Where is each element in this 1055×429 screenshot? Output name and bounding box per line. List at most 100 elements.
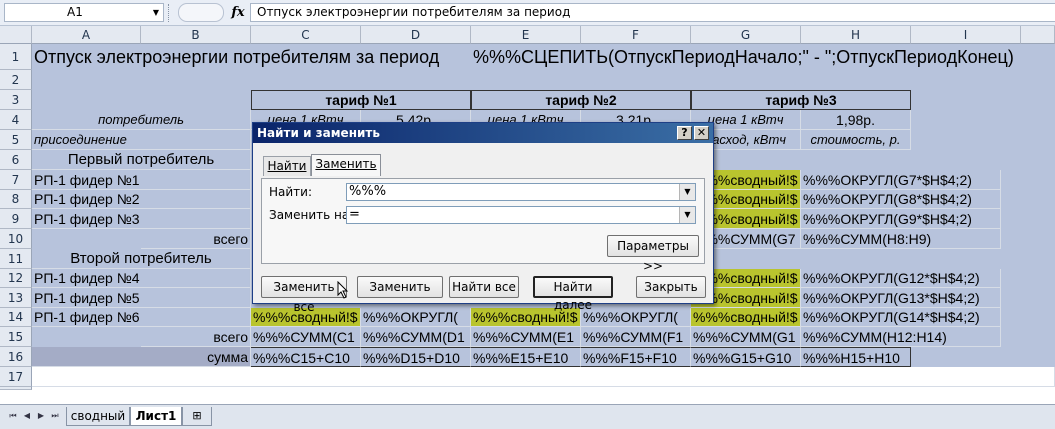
column-header-e[interactable]: E: [471, 26, 581, 44]
close-icon[interactable]: ✕: [694, 126, 709, 140]
find-all-button[interactable]: Найти все: [449, 276, 519, 298]
h9-cell[interactable]: %%%ОКРУГЛ(G9*$H$4;2): [801, 209, 1001, 229]
sheet-tab-list1[interactable]: Лист1: [130, 407, 182, 426]
cost-label[interactable]: стоимость, р.: [801, 130, 911, 150]
consumer-label[interactable]: потребитель: [32, 110, 251, 130]
row-header-15[interactable]: 15: [0, 327, 32, 347]
name-box[interactable]: A1: [4, 3, 164, 22]
row-header-7[interactable]: 7: [0, 170, 32, 190]
g15-cell[interactable]: %%%СУММ(G1: [691, 327, 801, 347]
help-button[interactable]: ?: [677, 126, 692, 140]
price-value-3[interactable]: 1,98р.: [801, 110, 911, 130]
feeder-4[interactable]: РП-1 фидер №4: [32, 269, 251, 288]
first-sheet-icon[interactable]: ⏮: [8, 410, 18, 422]
d15-cell[interactable]: %%%СУММ(D1: [361, 327, 471, 347]
group-1-header[interactable]: Первый потребитель: [32, 150, 251, 170]
d16-cell[interactable]: %%%D15+D10: [361, 347, 471, 367]
sum-label[interactable]: сумма: [32, 347, 251, 367]
feeder-1[interactable]: РП-1 фидер №1: [32, 170, 251, 190]
close-button[interactable]: Закрыть: [636, 276, 706, 298]
find-next-button[interactable]: Найти далее: [533, 276, 613, 312]
column-header-f[interactable]: F: [581, 26, 691, 44]
column-header-b[interactable]: B: [141, 26, 251, 44]
total-label-1[interactable]: всего: [141, 229, 251, 249]
dialog-title[interactable]: Найти и заменить: [253, 123, 713, 143]
feeder-3[interactable]: РП-1 фидер №3: [32, 209, 251, 229]
tab-find[interactable]: Найти: [263, 156, 311, 176]
tariff-2-header[interactable]: тариф №2: [471, 90, 691, 110]
replace-input[interactable]: = ▼: [346, 206, 696, 224]
feeder-5[interactable]: РП-1 фидер №5: [32, 288, 251, 308]
row-header-13[interactable]: 13: [0, 288, 32, 308]
empty-row-17[interactable]: [32, 367, 1055, 387]
c15-cell[interactable]: %%%СУММ(C1: [251, 327, 361, 347]
row-header-12[interactable]: 12: [0, 269, 32, 288]
chevron-down-icon[interactable]: ▼: [150, 3, 162, 22]
row-header-16[interactable]: 16: [0, 347, 32, 367]
row-header-4[interactable]: 4: [0, 110, 32, 130]
row-header-8[interactable]: 8: [0, 190, 32, 209]
d14-cell[interactable]: %%%ОКРУГЛ(: [361, 308, 471, 327]
replace-button[interactable]: Заменить: [357, 276, 443, 298]
row-header-17[interactable]: 17: [0, 367, 32, 387]
c16-cell[interactable]: %%%C15+C10: [251, 347, 361, 367]
connection-label[interactable]: присоединение: [32, 130, 251, 150]
group-2-header[interactable]: Второй потребитель: [32, 249, 251, 269]
column-header-g[interactable]: G: [691, 26, 801, 44]
select-all-corner[interactable]: [0, 26, 32, 44]
chevron-down-icon[interactable]: ▼: [679, 184, 695, 200]
next-sheet-icon[interactable]: ▶: [36, 410, 46, 422]
last-sheet-icon[interactable]: ⏭: [50, 410, 60, 422]
g16-cell[interactable]: %%%G15+G10: [691, 347, 801, 367]
tariff-1-header[interactable]: тариф №1: [251, 90, 471, 110]
column-header-c[interactable]: C: [251, 26, 361, 44]
row-header-5[interactable]: 5: [0, 130, 32, 150]
find-input[interactable]: %%% ▼: [346, 183, 696, 201]
row-header-1[interactable]: 1: [0, 44, 32, 70]
column-header-j[interactable]: [1021, 26, 1055, 44]
total-label-2[interactable]: всего: [141, 327, 251, 347]
row-header-14[interactable]: 14: [0, 308, 32, 327]
period-formula[interactable]: %%%СЦЕПИТЬ(ОтпускПериодНачало;" - ";Отпу…: [471, 44, 1055, 70]
row-header-3[interactable]: 3: [0, 90, 32, 110]
row-header-2[interactable]: 2: [0, 70, 32, 90]
replace-label: Заменить на:: [269, 208, 354, 222]
prev-sheet-icon[interactable]: ◀: [22, 410, 32, 422]
h13-cell[interactable]: %%%ОКРУГЛ(G13*$H$4;2): [801, 288, 1001, 308]
row-header-11[interactable]: 11: [0, 249, 32, 269]
f15-cell[interactable]: %%%СУММ(F1: [581, 327, 691, 347]
column-header-a[interactable]: A: [32, 26, 141, 44]
h10-cell[interactable]: %%%СУММ(H8:H9): [801, 229, 1001, 249]
h16-cell[interactable]: %%%H15+H10: [801, 347, 911, 367]
column-header-h[interactable]: H: [801, 26, 911, 44]
h8-cell[interactable]: %%%ОКРУГЛ(G8*$H$4;2): [801, 190, 1001, 209]
f16-cell[interactable]: %%%F15+F10: [581, 347, 691, 367]
new-sheet-icon[interactable]: ⊞: [182, 407, 212, 426]
sheet-title[interactable]: Отпуск электроэнергии потребителям за пе…: [32, 44, 471, 70]
row-header-6[interactable]: 6: [0, 150, 32, 170]
row-header-18[interactable]: [0, 387, 32, 390]
chevron-down-icon[interactable]: ▼: [679, 207, 695, 223]
h14-cell[interactable]: %%%ОКРУГЛ(G14*$H$4;2): [801, 308, 1001, 327]
tab-replace[interactable]: Заменить: [311, 154, 381, 176]
tariff-3-header[interactable]: тариф №3: [691, 90, 911, 110]
e15-cell[interactable]: %%%СУММ(E1: [471, 327, 581, 347]
column-header-d[interactable]: D: [361, 26, 471, 44]
feeder-6[interactable]: РП-1 фидер №6: [32, 308, 251, 327]
formula-input[interactable]: Отпуск электроэнергии потребителям за пе…: [250, 3, 1055, 22]
column-header-i[interactable]: I: [911, 26, 1021, 44]
f14-cell[interactable]: %%%ОКРУГЛ(: [581, 308, 691, 327]
row-header-9[interactable]: 9: [0, 209, 32, 229]
feeder-2[interactable]: РП-1 фидер №2: [32, 190, 251, 209]
h7-cell[interactable]: %%%ОКРУГЛ(G7*$H$4;2): [801, 170, 1001, 190]
e16-cell[interactable]: %%%E15+E10: [471, 347, 581, 367]
options-button[interactable]: Параметры >>: [607, 235, 699, 273]
h12-cell[interactable]: %%%ОКРУГЛ(G12*$H$4;2): [801, 269, 1001, 288]
formula-bar-splitter[interactable]: [168, 4, 174, 22]
row-header-10[interactable]: 10: [0, 229, 32, 249]
h15-cell[interactable]: %%%СУММ(H12:H14): [801, 327, 1001, 347]
insert-function-icon[interactable]: fx: [228, 2, 248, 24]
sheet-tab-svodny[interactable]: сводный: [66, 407, 130, 426]
g14-cell[interactable]: %%%сводный!$: [691, 308, 801, 327]
replace-all-button[interactable]: Заменить все: [261, 276, 347, 314]
